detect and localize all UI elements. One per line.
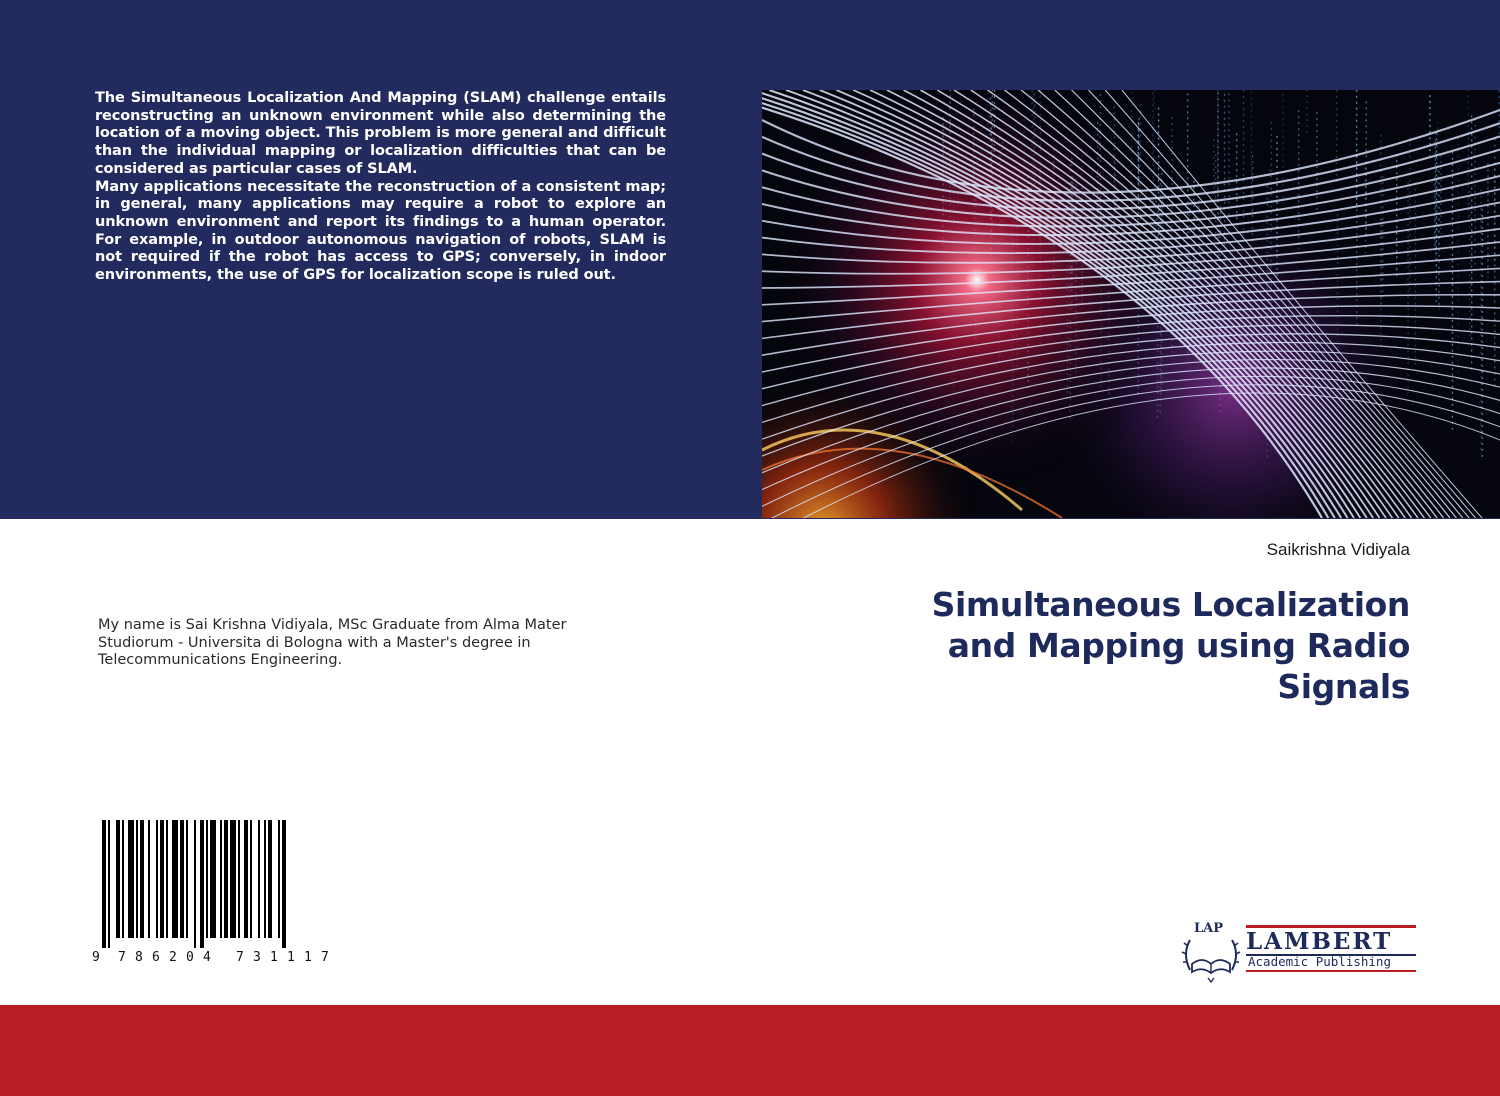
- barcode-digit: 0: [186, 950, 194, 965]
- barcode-digit: 1: [304, 950, 312, 965]
- isbn-barcode: 9 7 8 6 2 0 4 7 3 1 1 1 7: [92, 820, 342, 970]
- barcode-digit: 3: [253, 950, 261, 965]
- blurb-paragraph-2: Many applications necessitate the recons…: [95, 178, 666, 284]
- open-book-laurel-icon: LAP: [1180, 920, 1242, 986]
- blurb-paragraph-1: The Simultaneous Localization And Mappin…: [95, 90, 666, 177]
- barcode-digit: 7: [236, 950, 244, 965]
- barcode-digit: 7: [118, 950, 126, 965]
- barcode-digit: 4: [203, 950, 211, 965]
- bottom-band: [0, 1005, 1500, 1096]
- barcode-digit: 1: [270, 950, 278, 965]
- book-title-line: Signals: [1277, 667, 1410, 706]
- publisher-logo: LAP LAMBERT Academic Publishing: [1180, 920, 1420, 986]
- barcode-bars: [102, 820, 286, 948]
- barcode-digit: 9: [92, 950, 100, 965]
- barcode-digits: 9 7 8 6 2 0 4 7 3 1 1 1 7: [92, 948, 342, 968]
- logo-rule: [1246, 970, 1416, 972]
- lap-letters: LAP: [1194, 921, 1224, 936]
- barcode-digit: 8: [135, 950, 143, 965]
- publisher-subtitle: Academic Publishing: [1248, 954, 1391, 969]
- back-cover-blurb: The Simultaneous Localization And Mappin…: [95, 90, 666, 285]
- barcode-digit: 6: [152, 950, 160, 965]
- abstract-light-grid-image: [762, 90, 1500, 518]
- front-cover-author: Saikrishna Vidiyala: [1266, 540, 1410, 559]
- book-title-line: Simultaneous Localization: [931, 585, 1411, 624]
- book-title-line: and Mapping using Radio: [947, 626, 1411, 665]
- barcode-digit: 1: [287, 950, 295, 965]
- author-bio: My name is Sai Krishna Vidiyala, MSc Gra…: [98, 617, 567, 668]
- publisher-name: LAMBERT: [1246, 928, 1393, 955]
- barcode-digit: 2: [169, 950, 177, 965]
- book-title: Simultaneous Localization and Mapping us…: [790, 584, 1411, 707]
- barcode-digit: 7: [321, 950, 329, 965]
